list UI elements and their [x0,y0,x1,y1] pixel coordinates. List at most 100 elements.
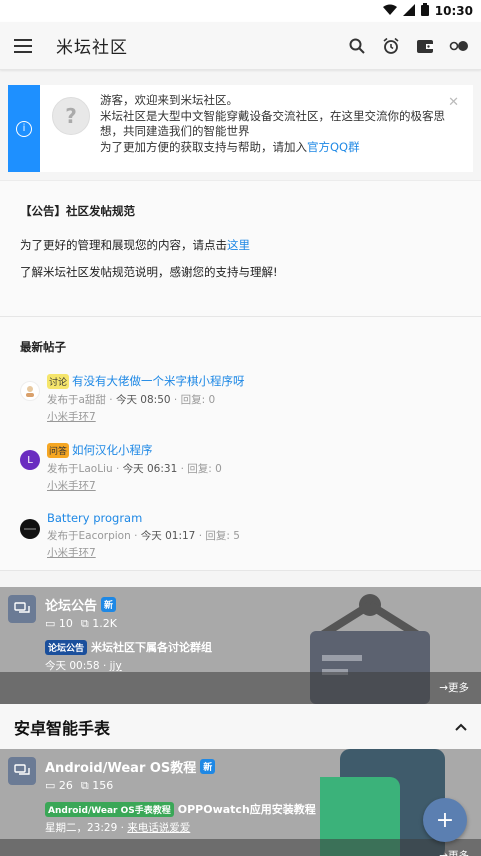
guest-avatar: ? [52,97,90,135]
more-label: 更多 [448,682,469,694]
avatar[interactable] [20,519,40,539]
new-badge: 新 [200,759,216,774]
replies-icon: ⧉ [80,617,89,630]
battery-icon [420,3,429,19]
latest-thread-time: 星期二，23:29 [45,822,118,834]
new-post-fab[interactable]: + [423,798,467,842]
post-author[interactable]: 发布于LaoLiu [47,463,113,475]
latest-thread-title[interactable]: OPPOwatch应用安装教程 [178,801,316,817]
list-item[interactable]: Battery program 发布于Eacorpion · 今天 01:17 … [20,511,461,560]
latest-thread-time: 今天 00:58 [45,660,100,672]
post-author[interactable]: 发布于a甜甜 [47,394,106,406]
qq-group-link[interactable]: 官方QQ群 [307,140,360,154]
latest-thread[interactable]: Android/Wear OS手表教程 OPPOwatch应用安装教程 [45,801,481,817]
posts-value: 1.2K [92,617,117,630]
post-title[interactable]: 如何汉化小程序 [72,442,153,458]
post-time: 今天 08:50 [115,394,171,406]
forum-card-android-wearos[interactable]: Android/Wear OS教程 新 ▭ 26 ⧉ 156 Android/W… [0,749,481,856]
guest-notice: i ? 游客，欢迎来到米坛社区。 米坛社区是大型中文智能穿戴设备交流社区，在这里… [8,85,473,172]
forum-title[interactable]: 论坛公告 [45,595,97,614]
post-meta: 发布于LaoLiu · 今天 06:31 · 回复: 0 [47,463,222,475]
avatar[interactable] [20,381,40,401]
forum-stats: ▭ 26 ⧉ 156 [45,779,481,793]
threads-value: 26 [58,779,73,792]
theme-toggle-icon[interactable] [449,36,469,56]
latest-thread-user[interactable]: 来电话说爱爱 [127,822,190,834]
post-author[interactable]: 发布于Eacorpion [47,530,131,542]
post-replies: 回复: 0 [187,463,222,475]
category-title: 安卓智能手表 [14,718,111,738]
wallet-icon[interactable] [415,36,435,56]
post-tag: 问答 [47,442,70,458]
app-actions [347,36,469,56]
list-item[interactable]: 讨论 有没有大佬做一个米字棋小程序呀 发布于a甜甜 · 今天 08:50 · 回… [20,373,461,424]
post-time: 今天 06:31 [122,463,178,475]
latest-thread-tag: 论坛公告 [45,639,88,655]
chat-icon: ▭ [45,617,56,630]
latest-thread[interactable]: 论坛公告 米坛社区下属各讨论群组 [45,639,481,655]
post-title-row: 讨论 有没有大佬做一个米字棋小程序呀 [47,373,245,389]
post-title[interactable]: Battery program [47,511,142,525]
card-text: 论坛公告 新 ▭ 10 ⧉ 1.2K 论坛公告 米坛社区下属各讨论群组 今天 0… [45,595,481,673]
post-replies: 回复: 5 [205,530,240,542]
more-link[interactable]: →更多 [439,848,469,856]
search-icon[interactable] [347,36,367,56]
threads-count: ▭ 26 [45,779,73,793]
chevron-up-icon[interactable] [455,719,467,735]
forum-icon [8,595,36,623]
forum-stats: ▭ 10 ⧉ 1.2K [45,617,481,631]
app-title: 米坛社区 [56,38,128,58]
post-title-row: 问答 如何汉化小程序 [47,442,222,458]
more-link[interactable]: →更多 [439,680,469,695]
notice-text: 游客，欢迎来到米坛社区。 米坛社区是大型中文智能穿戴设备交流社区，在这里交流你的… [100,85,473,172]
card-title-row: 论坛公告 新 [45,595,481,614]
post-time: 今天 01:17 [140,530,196,542]
plus-icon: + [435,807,455,833]
announcement-line1-text: 为了更好的管理和展现您的内容，请点击 [20,238,227,252]
wifi-icon [382,4,397,19]
card-content: Android/Wear OS教程 新 ▭ 26 ⧉ 156 Android/W… [8,757,481,835]
post-meta: 发布于a甜甜 · 今天 08:50 · 回复: 0 [47,394,216,406]
forum-card-announcements[interactable]: 论坛公告 新 ▭ 10 ⧉ 1.2K 论坛公告 米坛社区下属各讨论群组 今天 0… [0,587,481,704]
latest-thread-title[interactable]: 米坛社区下属各讨论群组 [91,639,212,655]
notice-line2: 米坛社区是大型中文智能穿戴设备交流社区，在这里交流你的极客思想，共同建造我们的智… [100,108,445,139]
arrow-right-icon: → [439,850,448,856]
rules-link[interactable]: 这里 [227,238,250,252]
card-footer [0,839,481,856]
latest-thread-user[interactable]: jjy [110,660,122,672]
list-item[interactable]: L 问答 如何汉化小程序 发布于LaoLiu · 今天 06:31 · 回复: … [20,442,461,493]
post-replies: 回复: 0 [180,394,216,406]
post-forum[interactable]: 小米手环7 [47,409,245,424]
replies-icon: ⧉ [80,779,89,792]
post-forum[interactable]: 小米手环7 [47,545,240,560]
card-footer [0,672,481,704]
announcement-title: 【公告】社区发帖规范 [20,204,135,218]
avatar[interactable]: L [20,450,40,470]
posts-count: ⧉ 1.2K [81,617,117,631]
latest-posts-title: 最新帖子 [20,340,66,354]
posts-value: 156 [92,779,114,792]
post-body: 问答 如何汉化小程序 发布于LaoLiu · 今天 06:31 · 回复: 0 … [47,442,222,493]
notice-line1: 游客，欢迎来到米坛社区。 [100,93,238,107]
card-text: Android/Wear OS教程 新 ▭ 26 ⧉ 156 Android/W… [45,757,481,835]
post-forum[interactable]: 小米手环7 [47,478,222,493]
category-header[interactable]: 安卓智能手表 [0,704,481,749]
new-badge: 新 [101,597,117,612]
forum-icon [8,757,36,785]
menu-icon[interactable] [14,34,38,58]
close-icon[interactable]: ✕ [448,95,459,110]
forum-title[interactable]: Android/Wear OS教程 [45,757,196,776]
card-title-row: Android/Wear OS教程 新 [45,757,481,776]
app-bar: 米坛社区 [0,22,481,70]
latest-thread-meta: 星期二，23:29 · 来电话说爱爱 [45,822,191,834]
notice-strip: i [8,85,40,172]
latest-thread-meta: 今天 00:58 · jjy [45,660,122,672]
info-icon: i [16,120,32,137]
threads-value: 10 [58,617,73,630]
post-title[interactable]: 有没有大佬做一个米字棋小程序呀 [72,373,245,389]
alarm-icon[interactable] [381,36,401,56]
post-title-row: Battery program [47,511,240,525]
signal-icon [402,3,415,19]
more-label: 更多 [448,850,469,856]
chat-icon: ▭ [45,779,56,792]
